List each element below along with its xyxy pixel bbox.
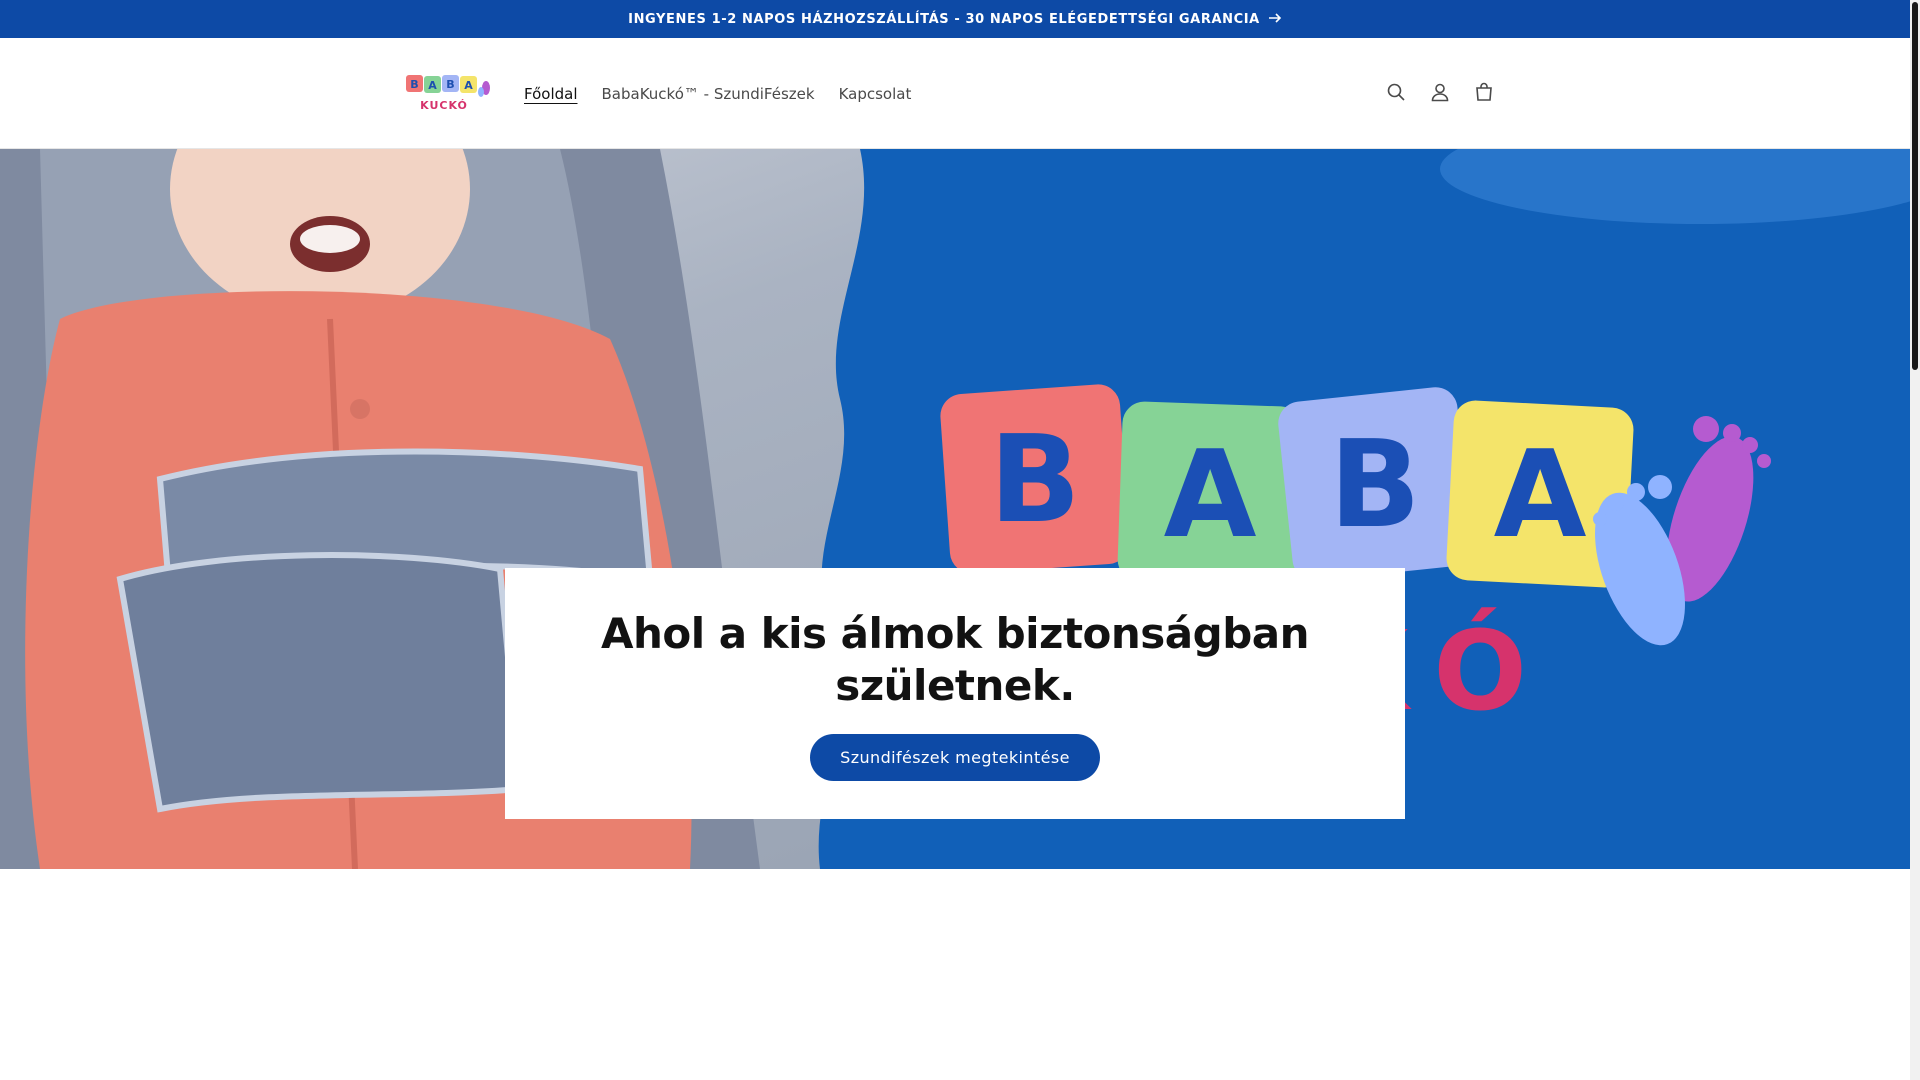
- header-icons: [1380, 76, 1500, 108]
- nav-link-szundifeszek[interactable]: BabaKuckó™ - SzundiFészek: [602, 85, 815, 103]
- logo-letter: B: [446, 78, 454, 91]
- hero-block-letter: B: [1329, 416, 1420, 555]
- hero-content-card: Ahol a kis álmok biztonságban születnek.…: [505, 568, 1405, 819]
- arrow-right-icon[interactable]: [1268, 11, 1282, 27]
- hero-block-letter: A: [1494, 426, 1587, 565]
- account-icon[interactable]: [1424, 76, 1456, 108]
- cart-icon[interactable]: [1468, 76, 1500, 108]
- logo-letter: A: [428, 79, 437, 92]
- hero-title: Ahol a kis álmok biztonságban születnek.: [600, 609, 1310, 710]
- logo-letter: B: [410, 78, 418, 91]
- hero-block-letter: A: [1164, 426, 1257, 565]
- announcement-bar[interactable]: INGYENES 1-2 NAPOS HÁZHOZSZÁLLÍTÁS - 30 …: [0, 0, 1910, 38]
- site-header: B A B A KUCKÓ Főoldal BabaKuckó™ - Szund…: [0, 38, 1910, 149]
- logo-letter: A: [464, 79, 473, 92]
- main-nav: Főoldal BabaKuckó™ - SzundiFészek Kapcso…: [524, 38, 911, 149]
- logo[interactable]: B A B A KUCKÓ: [404, 72, 496, 116]
- logo-subtext: KUCKÓ: [420, 99, 468, 112]
- announcement-text[interactable]: INGYENES 1-2 NAPOS HÁZHOZSZÁLLÍTÁS - 30 …: [628, 12, 1260, 27]
- search-icon[interactable]: [1380, 76, 1412, 108]
- view-szundifeszek-button[interactable]: Szundifészek megtekintése: [810, 734, 1100, 781]
- nav-link-contact[interactable]: Kapcsolat: [839, 85, 912, 103]
- nav-link-home[interactable]: Főoldal: [524, 85, 578, 103]
- hero-banner: B A B A KÓ Ahol a kis álmok biztonságban…: [0, 149, 1910, 869]
- scrollbar-thumb[interactable]: [1912, 2, 1918, 370]
- page: INGYENES 1-2 NAPOS HÁZHOZSZÁLLÍTÁS - 30 …: [0, 0, 1920, 1080]
- hero-block-letter: B: [989, 411, 1080, 550]
